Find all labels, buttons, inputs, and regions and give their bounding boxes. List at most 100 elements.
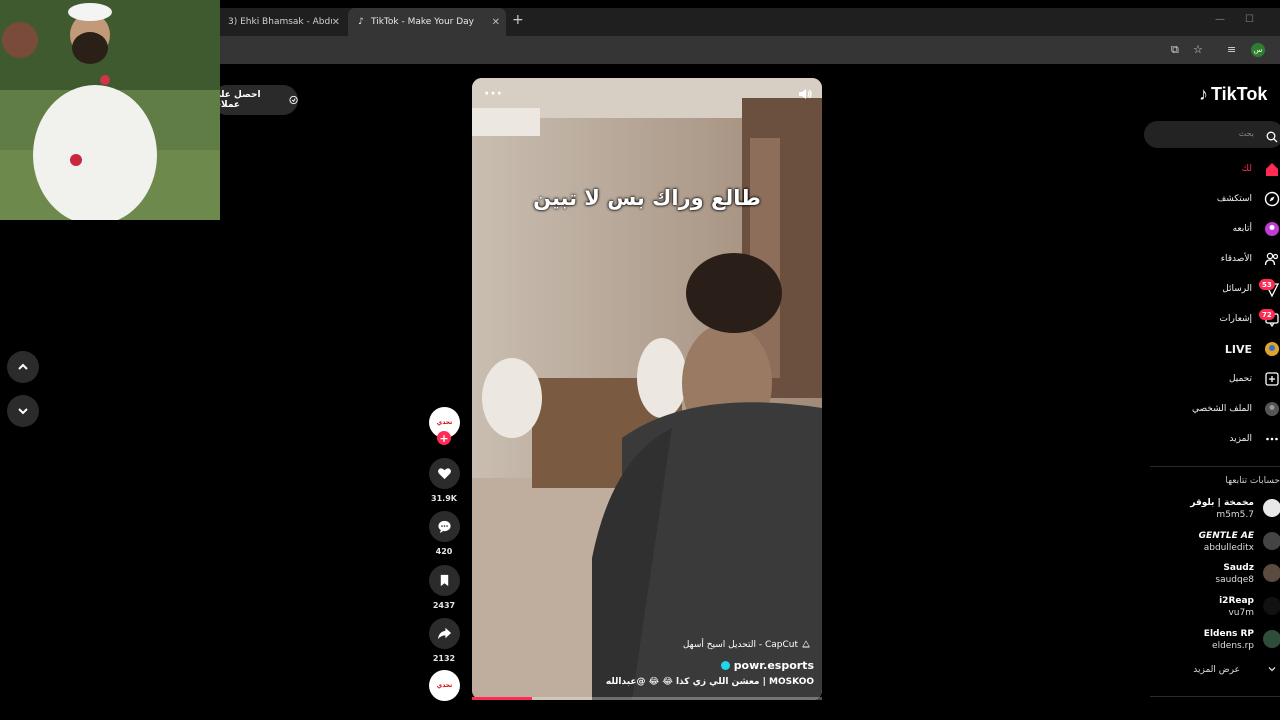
webcam-overlay <box>0 0 220 220</box>
coin-icon <box>289 95 298 105</box>
account-username: vu7m <box>1228 608 1254 618</box>
notifications-badge: 72 <box>1259 309 1275 320</box>
account-username: abdulleditx <box>1203 543 1254 553</box>
logo-text: TikTok <box>1211 84 1268 104</box>
maximize-icon[interactable]: ☐ <box>1245 14 1254 25</box>
video-progress-bar[interactable] <box>472 697 822 700</box>
messages-badge: 53 <box>1259 279 1275 290</box>
save-button[interactable] <box>429 565 460 596</box>
sidebar-divider <box>1150 696 1280 697</box>
nav-explore[interactable]: استكشف <box>1217 194 1252 204</box>
like-count: 31.9K <box>431 494 457 503</box>
comment-icon <box>438 520 451 534</box>
author-name: powr.esports <box>733 659 814 672</box>
following-icon <box>1264 221 1280 237</box>
followed-account[interactable]: GENTLE AE abdulleditx <box>1199 530 1254 554</box>
minimize-icon[interactable]: — <box>1215 14 1225 25</box>
account-name: GENTLE AE <box>1198 531 1254 541</box>
new-tab-button[interactable]: + <box>512 12 524 28</box>
bookmark-star-icon[interactable]: ☆ <box>1193 43 1203 56</box>
profile-avatar[interactable]: س <box>1251 43 1265 57</box>
more-icon <box>1264 431 1280 447</box>
followed-account[interactable]: مخمخة | بلوقر m5m5.7 <box>1190 497 1254 521</box>
avatar[interactable] <box>1263 532 1280 550</box>
reading-list-icon[interactable]: ≡ <box>1227 43 1236 56</box>
close-tab-icon[interactable]: ✕ <box>332 17 340 28</box>
account-username: m5m5.7 <box>1216 510 1254 520</box>
tiktok-favicon-icon: ♪ <box>358 17 364 27</box>
save-count: 2437 <box>432 601 456 610</box>
nav-following[interactable]: أتابعه <box>1233 224 1252 234</box>
tiktok-logo[interactable]: ♪ TikTok <box>1199 84 1267 105</box>
video-author[interactable]: powr.esports <box>720 659 814 672</box>
nav-upload[interactable]: تحميل <box>1229 374 1252 384</box>
search-placeholder: بحث <box>1238 129 1254 138</box>
avatar[interactable] <box>1263 630 1280 648</box>
capcut-label[interactable]: ⧋ CapCut - التحديل اسيح أسهل <box>683 640 810 650</box>
account-name: i2Reap <box>1219 596 1254 606</box>
video-description: معشن اللي زي كذا 😂 😂 @عبدالله | MOSKOO <box>605 677 814 687</box>
share-icon <box>437 627 452 640</box>
nav-messages[interactable]: الرسائل <box>1222 284 1252 294</box>
account-username: saudqe8 <box>1215 575 1254 585</box>
speaker-icon <box>799 89 812 99</box>
account-username: eldens.rp <box>1212 641 1254 651</box>
progress-fill <box>472 697 532 700</box>
avatar[interactable] <box>1263 499 1280 517</box>
nav-friends[interactable]: الأصدقاء <box>1221 254 1252 264</box>
get-coins-button[interactable]: احصل على عملات <box>212 85 298 115</box>
followed-account[interactable]: i2Reap vu7m <box>1219 595 1254 619</box>
heart-icon <box>438 468 451 480</box>
followed-account[interactable]: Saudz saudqe8 <box>1215 562 1254 586</box>
search-icon[interactable] <box>1266 128 1278 147</box>
chevron-up-icon <box>18 363 28 370</box>
nav-notifications[interactable]: إشعارات <box>1220 314 1252 324</box>
tab-label: 3) Ehki Bhamsak - Abdul Mo <box>228 17 332 27</box>
follow-button[interactable]: + <box>437 431 451 445</box>
nav-live[interactable]: LIVE <box>1225 343 1252 356</box>
upload-icon <box>1264 371 1280 387</box>
comment-button[interactable] <box>429 511 460 542</box>
capcut-icon: ⧋ <box>801 640 810 650</box>
install-app-icon[interactable]: ⧉ <box>1171 43 1179 57</box>
account-name: مخمخة | بلوقر <box>1190 498 1254 508</box>
bookmark-icon <box>440 574 449 587</box>
followed-account[interactable]: Eldens RP eldens.rp <box>1204 628 1254 652</box>
tiktok-note-icon: ♪ <box>1199 84 1208 104</box>
profile-icon <box>1264 401 1280 417</box>
verified-dot-icon <box>720 661 730 670</box>
previous-video-button[interactable] <box>7 351 39 383</box>
see-more-link[interactable]: عرض المزيد <box>1193 665 1240 675</box>
search-input[interactable]: بحث <box>1144 121 1280 148</box>
tab-tiktok[interactable]: ♪ TikTok - Make Your Day ✕ <box>348 8 506 36</box>
share-button[interactable] <box>429 618 460 649</box>
music-disc[interactable]: تحدي <box>429 670 460 701</box>
more-options-icon[interactable]: ··· <box>484 86 503 102</box>
live-icon <box>1264 341 1280 357</box>
volume-button[interactable] <box>797 86 813 106</box>
nav-for-you[interactable]: لك <box>1242 164 1252 174</box>
close-tab-icon[interactable]: ✕ <box>492 17 500 28</box>
chevron-down-icon <box>18 408 28 415</box>
chevron-down-icon[interactable] <box>1267 664 1277 677</box>
like-button[interactable] <box>429 458 460 489</box>
video-player[interactable] <box>472 78 822 700</box>
share-count: 2132 <box>432 654 456 663</box>
sidebar-divider <box>1150 466 1280 467</box>
tab-label: TikTok - Make Your Day <box>371 17 475 27</box>
comment-count: 420 <box>435 547 453 556</box>
avatar[interactable] <box>1263 597 1280 615</box>
get-coins-label: احصل على عملات <box>212 90 261 110</box>
home-icon <box>1264 161 1280 177</box>
friends-icon <box>1264 251 1280 267</box>
next-video-button[interactable] <box>7 395 39 427</box>
compass-icon <box>1264 191 1280 207</box>
video-caption-overlay: طالع وراك بس لا تبين <box>533 186 761 210</box>
nav-more[interactable]: المزيد <box>1229 434 1252 444</box>
avatar[interactable] <box>1263 564 1280 582</box>
following-accounts-title: حسابات تتابعها <box>1225 476 1280 486</box>
account-name: Eldens RP <box>1203 629 1254 639</box>
account-name: Saudz <box>1223 563 1254 573</box>
tab-youtube[interactable]: 3) Ehki Bhamsak - Abdul Mo ✕ <box>220 8 346 36</box>
nav-profile[interactable]: الملف الشخصي <box>1192 404 1252 414</box>
